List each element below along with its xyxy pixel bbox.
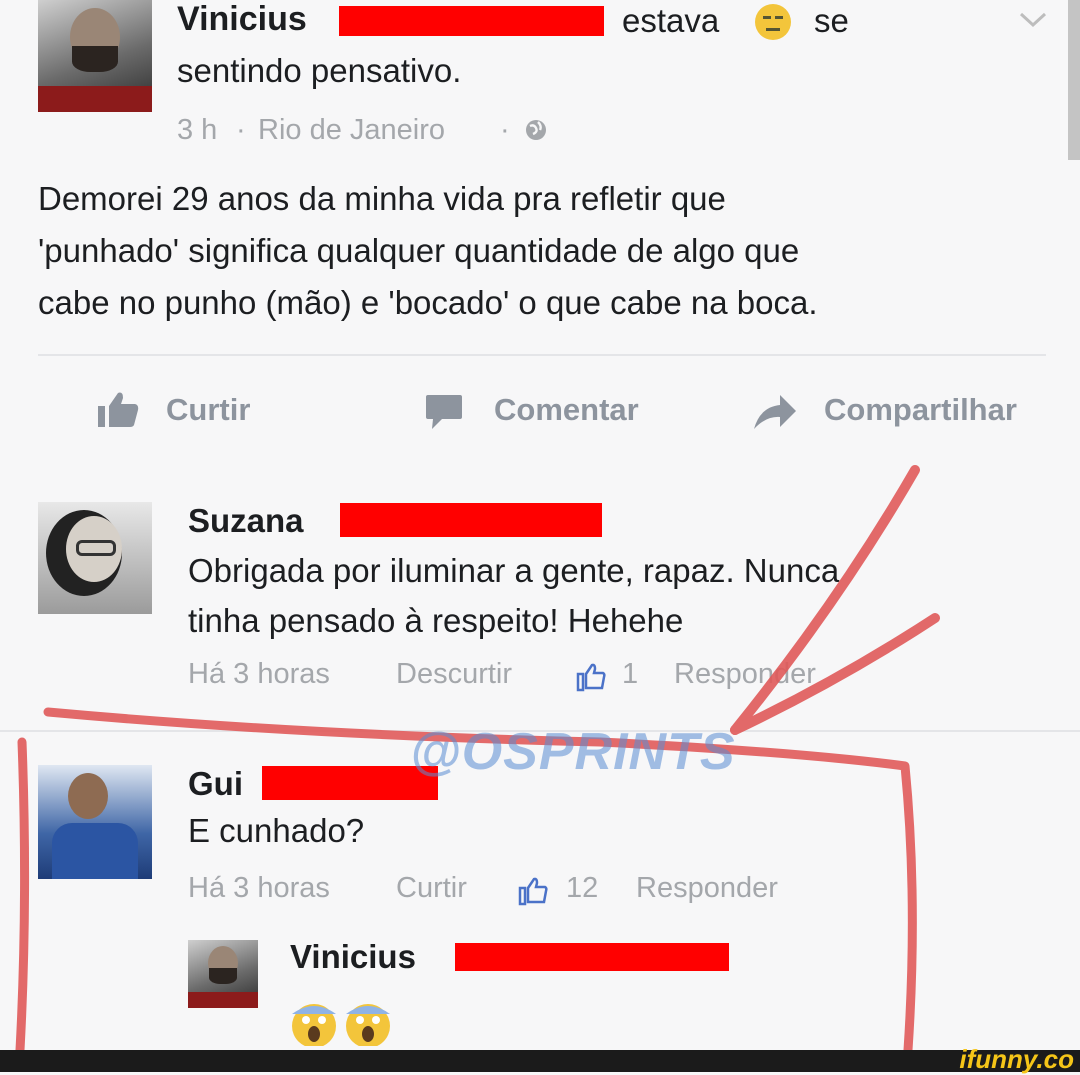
watermark: @OSPRINTS [410, 723, 736, 781]
arrow-annotation [730, 465, 940, 735]
ifunny-bar: ifunny.co [0, 1044, 1080, 1074]
annotation-overlay [15, 465, 940, 1055]
ifunny-logo[interactable]: ifunny.co [959, 1044, 1074, 1075]
